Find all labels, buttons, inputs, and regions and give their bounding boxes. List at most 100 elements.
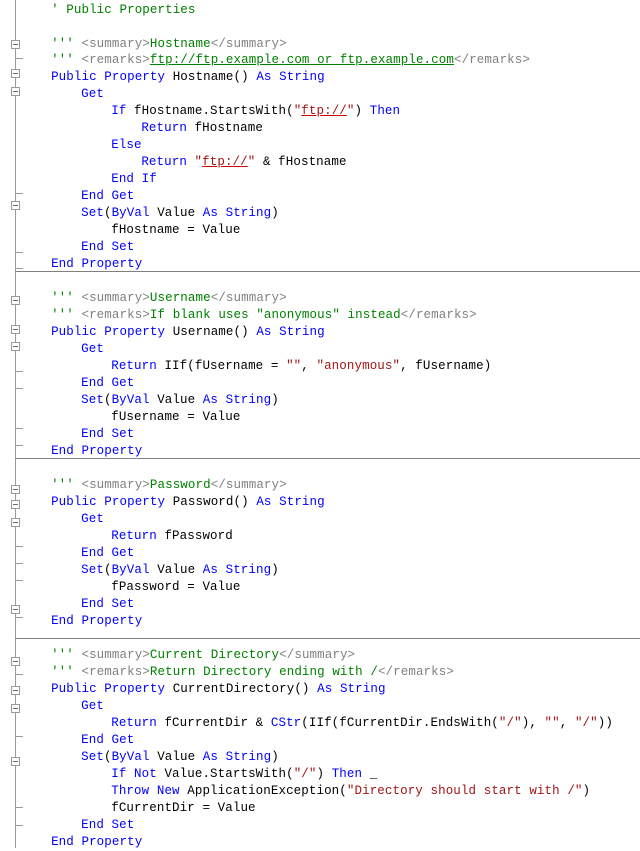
code-line[interactable]: Throw New ApplicationException("Director… [111, 783, 590, 800]
code-line[interactable]: End If [111, 171, 157, 188]
code-line[interactable]: Return fPassword [111, 528, 233, 545]
code-token-kw: End Property [51, 257, 143, 271]
code-line[interactable]: Return fCurrentDir & CStr(IIf(fCurrentDi… [111, 715, 613, 732]
code-token-sp-u: ftp:// [301, 104, 347, 118]
code-line[interactable]: ''' <summary>Username</summary> [51, 290, 287, 307]
code-line[interactable]: Set(ByVal Value As String) [81, 749, 279, 766]
code-line[interactable]: fCurrentDir = Value [111, 800, 255, 817]
code-line[interactable]: Public Property Password() As String [51, 494, 325, 511]
code-line[interactable]: End Set [81, 817, 134, 834]
code-token-kw: End Property [51, 444, 143, 458]
code-line[interactable]: End Get [81, 545, 134, 562]
code-line[interactable]: ''' <remarks>If blank uses "anonymous" i… [51, 307, 477, 324]
code-token-str: " [194, 155, 203, 169]
code-token-xdoc: <summary> [81, 291, 150, 305]
code-token-kw: If [111, 104, 135, 118]
code-line[interactable]: End Set [81, 239, 134, 256]
code-token-plain: fHostname.StartsWith( [134, 104, 294, 118]
code-token-cmt: ' Public Properties [51, 3, 196, 17]
code-token-plain: fCurrentDir = Value [111, 801, 256, 815]
code-token-xdoc: </summary> [210, 478, 287, 492]
region-separator [15, 458, 640, 459]
code-token-plain: ) [271, 750, 279, 764]
code-token-kw: Get [81, 699, 104, 713]
code-token-kw: Return [111, 359, 165, 373]
code-token-plain: CurrentDirectory() [172, 682, 318, 696]
code-token-kw: End Set [81, 240, 135, 254]
code-token-plain: , fUsername) [400, 359, 492, 373]
code-token-xdoc: <remarks> [81, 308, 150, 322]
code-token-url-u: ftp://ftp.example.com or ftp.example.com [149, 53, 454, 67]
code-token-plain: Value [157, 206, 203, 220]
code-token-str: "" [544, 716, 560, 730]
code-token-str: "anonymous" [316, 359, 401, 373]
code-line[interactable]: fUsername = Value [111, 409, 240, 426]
code-token-kw: ByVal [111, 206, 158, 220]
region-separator [15, 271, 640, 272]
code-token-sp-u: ftp:// [202, 155, 248, 169]
region-separator [15, 638, 640, 639]
code-token-plain: ) [354, 104, 370, 118]
code-line[interactable]: Return "ftp://" & fHostname [141, 154, 346, 171]
code-token-plain: fPassword = Value [111, 580, 241, 594]
code-token-plain: Value.StartsWith( [164, 767, 294, 781]
code-token-plain: )) [597, 716, 613, 730]
code-line[interactable]: ''' <remarks>Return Directory ending wit… [51, 664, 454, 681]
code-line[interactable]: End Property [51, 834, 142, 851]
code-line[interactable]: Public Property CurrentDirectory() As St… [51, 681, 385, 698]
code-token-kw: As String [317, 682, 386, 696]
code-token-xtxt: ''' [51, 291, 82, 305]
code-line[interactable]: ''' <remarks>ftp://ftp.example.com or ft… [51, 52, 530, 69]
code-token-plain: Username() [172, 325, 257, 339]
code-line[interactable]: If Not Value.StartsWith("/") Then _ [111, 766, 377, 783]
code-token-kw: Set [81, 206, 104, 220]
code-token-plain: ( [103, 393, 112, 407]
code-line[interactable]: ' Public Properties [51, 2, 195, 19]
code-token-xdoc: </remarks> [400, 308, 477, 322]
code-editor-pane[interactable]: ' Public Properties ''' <summary>Hostname… [0, 0, 640, 851]
code-token-kw: Return [141, 155, 195, 169]
code-line[interactable]: Get [81, 698, 104, 715]
code-line[interactable]: Else [111, 137, 141, 154]
code-token-plain: , [559, 716, 575, 730]
code-line[interactable]: Set(ByVal Value As String) [81, 392, 279, 409]
code-token-kw: Return [111, 529, 165, 543]
code-line[interactable]: Set(ByVal Value As String) [81, 562, 279, 579]
code-line[interactable]: End Get [81, 375, 134, 392]
code-line[interactable]: Get [81, 86, 104, 103]
code-token-kw: Return [141, 121, 195, 135]
code-line[interactable]: Get [81, 341, 104, 358]
code-line[interactable]: fPassword = Value [111, 579, 240, 596]
code-token-kw: End If [111, 172, 157, 186]
code-token-kw: Public Property [51, 70, 173, 84]
code-token-kw: End Set [81, 597, 135, 611]
code-line[interactable]: Public Property Hostname() As String [51, 69, 325, 86]
code-token-kw: As String [256, 325, 325, 339]
code-line[interactable]: End Get [81, 188, 134, 205]
code-line[interactable]: Get [81, 511, 104, 528]
code-line[interactable]: fHostname = Value [111, 222, 240, 239]
code-line[interactable]: End Get [81, 732, 134, 749]
code-token-kw: Then [369, 104, 401, 118]
code-line[interactable]: End Set [81, 426, 134, 443]
code-line[interactable]: ''' <summary>Hostname</summary> [51, 36, 287, 53]
code-line[interactable]: Return IIf(fUsername = "", "anonymous", … [111, 358, 491, 375]
code-token-xdoc: <remarks> [81, 53, 150, 67]
code-line[interactable]: If fHostname.StartsWith("ftp://") Then [111, 103, 400, 120]
code-token-plain: ), [521, 716, 545, 730]
code-line[interactable]: Public Property Username() As String [51, 324, 325, 341]
code-line[interactable]: End Property [51, 613, 142, 630]
code-line[interactable]: Return fHostname [141, 120, 263, 137]
code-token-xdoc: <remarks> [81, 665, 150, 679]
code-line[interactable]: End Set [81, 596, 134, 613]
code-line[interactable]: ''' <summary>Password</summary> [51, 477, 287, 494]
code-token-plain: Hostname() [172, 70, 257, 84]
code-line[interactable]: Set(ByVal Value As String) [81, 205, 279, 222]
code-text-area[interactable]: ' Public Properties ''' <summary>Hostname… [0, 0, 640, 851]
code-token-plain: ) [271, 206, 279, 220]
code-token-str: "/" [574, 716, 598, 730]
code-line[interactable]: ''' <summary>Current Directory</summary> [51, 647, 355, 664]
code-token-xtxt: If blank uses "anonymous" instead [149, 308, 401, 322]
code-token-str: "/" [293, 767, 317, 781]
code-token-xtxt: Hostname [149, 37, 211, 51]
